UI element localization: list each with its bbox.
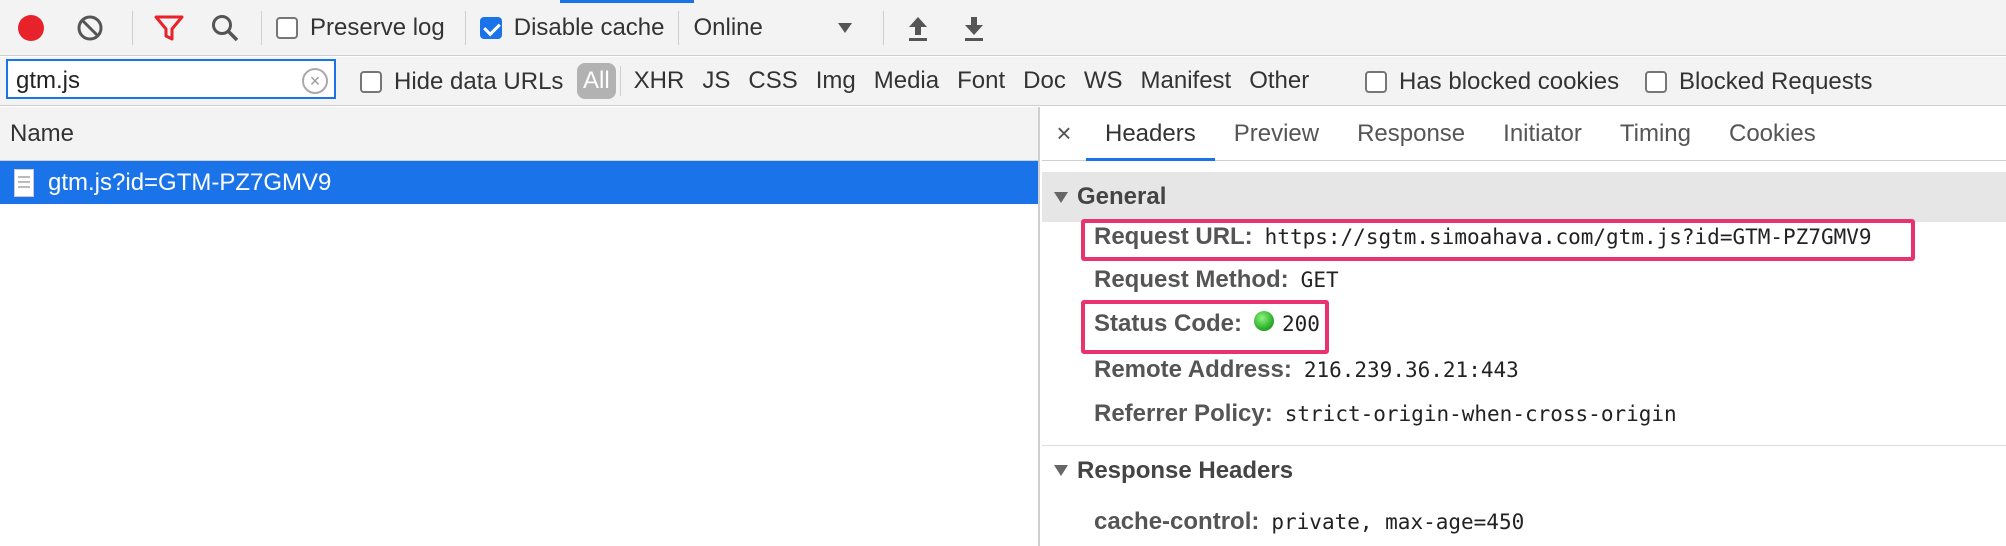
hide-data-urls-label: Hide data URLs: [394, 67, 564, 95]
filter-bar: gtm.js × Hide data URLs All XHR JS CSS Img Me…: [0, 57, 2006, 106]
has-blocked-cookies-box[interactable]: [1365, 70, 1387, 93]
has-blocked-cookies-checkbox[interactable]: Has blocked cookies: [1365, 57, 1619, 106]
blocked-requests-label: Blocked Requests: [1679, 67, 1873, 95]
response-headers-title: Response Headers: [1077, 456, 1294, 484]
type-filter-img[interactable]: Img: [807, 63, 865, 99]
cache-control-key: cache-control:: [1094, 508, 1260, 535]
type-filter-js[interactable]: JS: [693, 63, 739, 99]
type-filter-ws[interactable]: WS: [1075, 63, 1132, 99]
chevron-down-icon: [838, 22, 853, 33]
resource-type-filters: All XHR JS CSS Img Media Font Doc WS Manifest Othe…: [577, 63, 1318, 99]
request-list: Name gtm.js?id=GTM-PZ7GMV9: [0, 107, 1040, 546]
expand-triangle-icon: [1054, 191, 1068, 203]
request-method-key: Request Method:: [1094, 266, 1289, 293]
close-icon[interactable]: ×: [1042, 118, 1086, 149]
toolbar-separator: [261, 10, 262, 45]
blocked-requests-checkbox[interactable]: Blocked Requests: [1645, 57, 1872, 106]
disable-cache-checkbox[interactable]: Disable cache: [479, 13, 665, 42]
tab-preview[interactable]: Preview: [1215, 107, 1338, 161]
toolbar-separator: [678, 10, 680, 45]
preserve-log-checkbox[interactable]: Preserve log: [276, 14, 445, 42]
remote-address-key: Remote Address:: [1094, 356, 1292, 383]
request-method-value: GET: [1300, 268, 1339, 292]
tab-headers[interactable]: Headers: [1086, 107, 1215, 161]
type-filter-media[interactable]: Media: [865, 63, 948, 99]
hide-data-urls-checkbox[interactable]: Hide data URLs: [360, 57, 563, 106]
general-title: General: [1077, 183, 1167, 210]
request-row[interactable]: gtm.js?id=GTM-PZ7GMV9: [0, 161, 1038, 204]
request-url-highlight: [1081, 219, 1915, 261]
search-icon[interactable]: [203, 0, 247, 56]
status-code-highlight: [1081, 300, 1329, 354]
cache-control-value: private, max-age=450: [1271, 510, 1525, 534]
toolbar-separator: [132, 10, 133, 45]
response-headers-section-header[interactable]: Response Headers: [1042, 445, 2006, 495]
tab-timing[interactable]: Timing: [1601, 107, 1710, 161]
toolbar-separator: [883, 10, 885, 45]
network-toolbar: Preserve log Disable cache Online: [0, 0, 2006, 56]
preserve-log-label: Preserve log: [310, 13, 445, 41]
clear-filter-icon[interactable]: ×: [302, 68, 328, 94]
type-filter-doc[interactable]: Doc: [1014, 63, 1075, 99]
document-icon: [14, 168, 34, 197]
request-details: × Headers Preview Response Initiator Tim…: [1042, 107, 2006, 546]
referrer-policy-value: strict-origin-when-cross-origin: [1284, 402, 1677, 426]
throttling-value: Online: [693, 13, 763, 41]
name-column-header[interactable]: Name: [0, 107, 1038, 161]
throttling-select[interactable]: Online: [693, 14, 853, 42]
clear-icon[interactable]: [62, 0, 118, 56]
request-method-row: Request Method: GET: [1094, 266, 1339, 294]
type-filter-manifest[interactable]: Manifest: [1132, 63, 1241, 99]
hide-data-urls-box[interactable]: [360, 70, 382, 93]
type-filter-other[interactable]: Other: [1240, 63, 1318, 99]
type-filter-font[interactable]: Font: [948, 63, 1014, 99]
filter-separator: [619, 66, 621, 96]
tab-cookies[interactable]: Cookies: [1710, 107, 1835, 161]
export-icon[interactable]: [954, 0, 994, 56]
referrer-policy-key: Referrer Policy:: [1094, 400, 1273, 427]
referrer-policy-row: Referrer Policy: strict-origin-when-cros…: [1094, 400, 1677, 428]
general-section-header[interactable]: General: [1042, 172, 2006, 222]
preserve-log-box[interactable]: [276, 16, 298, 39]
disable-cache-label: Disable cache: [513, 13, 665, 41]
type-filter-css[interactable]: CSS: [739, 63, 806, 99]
tab-response[interactable]: Response: [1338, 107, 1484, 161]
details-tabs: × Headers Preview Response Initiator Tim…: [1042, 107, 2006, 161]
tab-initiator[interactable]: Initiator: [1484, 107, 1601, 161]
type-filter-xhr[interactable]: XHR: [625, 63, 694, 99]
has-blocked-cookies-label: Has blocked cookies: [1399, 67, 1620, 95]
filter-input[interactable]: gtm.js: [6, 59, 336, 99]
filter-icon[interactable]: [147, 0, 191, 56]
record-icon[interactable]: [0, 0, 62, 56]
remote-address-value: 216.239.36.21:443: [1303, 358, 1519, 382]
blocked-requests-box[interactable]: [1645, 70, 1667, 93]
cache-control-row: cache-control: private, max-age=450: [1094, 508, 1524, 536]
disable-cache-box[interactable]: [479, 16, 502, 39]
type-filter-all[interactable]: All: [577, 63, 616, 99]
remote-address-row: Remote Address: 216.239.36.21:443: [1094, 356, 1519, 384]
import-icon[interactable]: [898, 0, 938, 56]
request-name: gtm.js?id=GTM-PZ7GMV9: [48, 168, 332, 196]
toolbar-separator: [464, 10, 466, 45]
expand-triangle-icon: [1054, 465, 1068, 476]
filter-input-value: gtm.js: [16, 67, 81, 94]
active-tab-indicator: [560, 0, 694, 3]
